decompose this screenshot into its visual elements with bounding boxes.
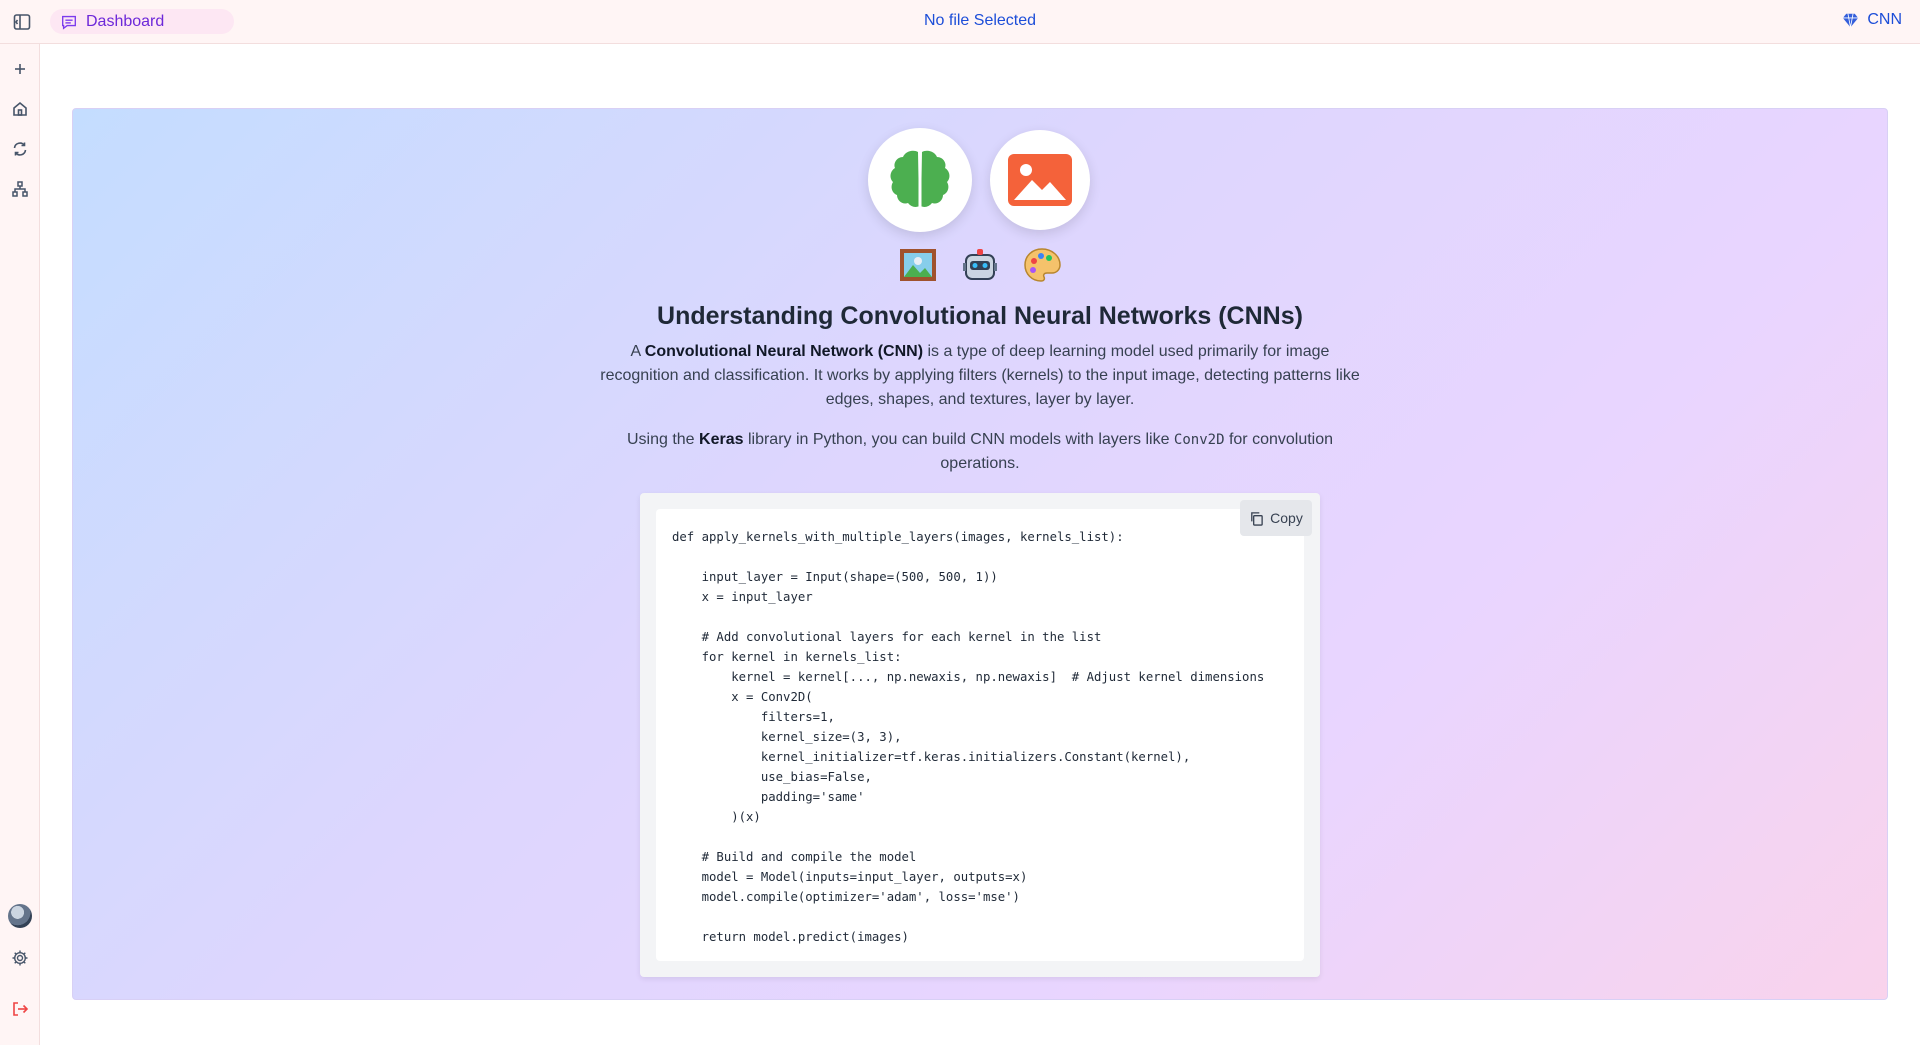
top-bar: Dashboard No file Selected CNN xyxy=(0,0,1920,44)
gem-icon xyxy=(1843,13,1859,27)
brand-label: CNN xyxy=(1867,11,1902,28)
keras-prefix: Using the xyxy=(626,431,700,448)
logout-icon[interactable] xyxy=(11,1000,29,1018)
network-icon[interactable] xyxy=(11,180,29,198)
copy-button[interactable]: Copy xyxy=(1240,500,1312,536)
brain-logo xyxy=(868,128,972,232)
code-text[interactable]: def apply_kernels_with_multiple_layers(i… xyxy=(672,527,1288,947)
keras-paragraph: Using the Keras library in Python, you c… xyxy=(610,428,1350,476)
emoji-row xyxy=(898,245,1062,285)
intro-prefix: A xyxy=(630,343,645,360)
intro-bold: Convolutional Neural Network (CNN) xyxy=(644,343,924,360)
image-icon xyxy=(1008,154,1072,206)
file-title: No file Selected xyxy=(923,12,1037,29)
framed-picture-emoji xyxy=(900,249,936,281)
keras-middle: library in Python, you can build CNN mod… xyxy=(743,431,1174,448)
inline-code: Conv2D xyxy=(1173,432,1225,448)
robot-emoji xyxy=(963,249,997,280)
code-panel: def apply_kernels_with_multiple_layers(i… xyxy=(656,509,1304,961)
page-title: Understanding Convolutional Neural Netwo… xyxy=(657,302,1303,330)
copy-label: Copy xyxy=(1270,510,1303,526)
brain-icon xyxy=(890,150,950,207)
home-icon[interactable] xyxy=(11,100,29,118)
plus-icon[interactable] xyxy=(11,60,29,78)
keras-bold: Keras xyxy=(699,431,744,448)
image-logo xyxy=(990,130,1090,230)
gear-icon[interactable] xyxy=(11,949,29,967)
sidebar xyxy=(0,44,40,1045)
refresh-icon[interactable] xyxy=(11,140,29,158)
copy-icon xyxy=(1251,511,1263,526)
code-block: def apply_kernels_with_multiple_layers(i… xyxy=(640,493,1320,977)
intro-paragraph: A Convolutional Neural Network (CNN) is … xyxy=(590,340,1370,412)
palette-emoji xyxy=(1024,248,1061,282)
avatar[interactable] xyxy=(8,904,32,928)
brand[interactable]: CNN xyxy=(1842,11,1902,29)
